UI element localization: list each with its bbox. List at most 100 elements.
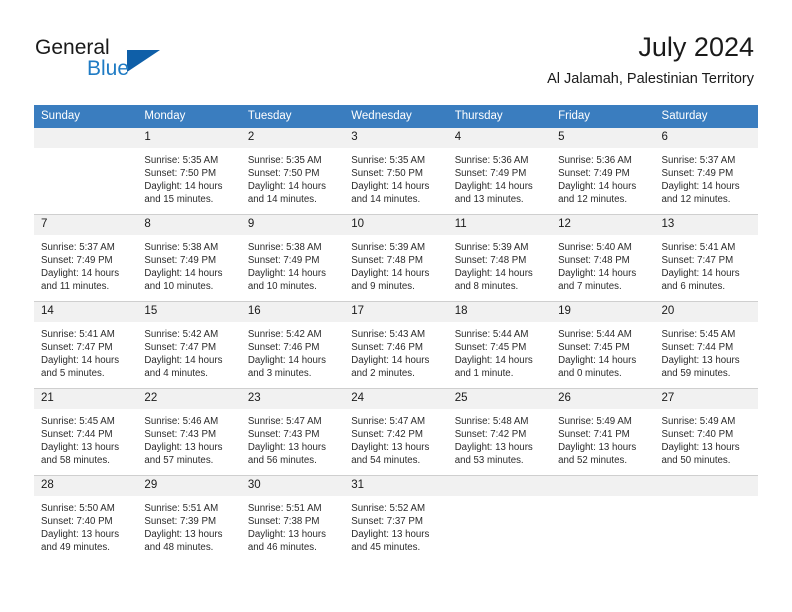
- day-details: Sunrise: 5:49 AM Sunset: 7:40 PM Daylight:…: [655, 409, 758, 467]
- daylight-text-line2: and 15 minutes.: [144, 194, 214, 206]
- calendar-day-cell[interactable]: 21 Sunrise: 5:45 AM Sunset: 7:44 PM Dayligh…: [34, 388, 138, 476]
- day-details: Sunrise: 5:46 AM Sunset: 7:43 PM Daylight:…: [137, 409, 240, 467]
- day-details: Sunrise: 5:41 AM Sunset: 7:47 PM Daylight:…: [34, 322, 137, 380]
- calendar-week-row: 28 Sunrise: 5:50 AM Sunset: 7:40 PM Dayligh…: [34, 475, 758, 562]
- calendar-day-cell[interactable]: 30 Sunrise: 5:51 AM Sunset: 7:38 PM Dayligh…: [240, 475, 345, 562]
- sunset-text: Sunset: 7:38 PM: [247, 516, 320, 528]
- calendar-day-cell[interactable]: 1 Sunrise: 5:35 AM Sunset: 7:50 PM Daylight…: [137, 128, 241, 215]
- day-details: Sunrise: 5:36 AM Sunset: 7:49 PM Daylight:…: [448, 148, 551, 206]
- day-details: Sunrise: 5:47 AM Sunset: 7:43 PM Daylight:…: [241, 409, 344, 467]
- calendar-week-row: 21 Sunrise: 5:45 AM Sunset: 7:44 PM Dayligh…: [34, 388, 758, 476]
- calendar-day-cell[interactable]: 4 Sunrise: 5:36 AM Sunset: 7:49 PM Daylight…: [447, 128, 552, 215]
- day-details: Sunrise: 5:36 AM Sunset: 7:49 PM Daylight:…: [551, 148, 654, 206]
- day-details: Sunrise: 5:44 AM Sunset: 7:45 PM Daylight:…: [551, 322, 654, 380]
- daylight-text-line2: and 12 minutes.: [558, 194, 628, 206]
- weekday-header-friday: Friday: [551, 105, 655, 128]
- calendar-day-cell[interactable]: 14 Sunrise: 5:41 AM Sunset: 7:47 PM Dayligh…: [34, 301, 138, 389]
- calendar-day-cell[interactable]: 31 Sunrise: 5:52 AM Sunset: 7:37 PM Dayligh…: [344, 475, 448, 562]
- calendar-day-cell[interactable]: 2 Sunrise: 5:35 AM Sunset: 7:50 PM Daylight…: [240, 128, 345, 215]
- sunset-text: Sunset: 7:49 PM: [247, 255, 320, 267]
- calendar-day-cell[interactable]: 13 Sunrise: 5:41 AM Sunset: 7:47 PM Dayligh…: [654, 214, 758, 302]
- calendar-day-cell[interactable]: 17 Sunrise: 5:43 AM Sunset: 7:46 PM Dayligh…: [344, 301, 448, 389]
- daylight-text-line1: Daylight: 14 hours: [144, 355, 223, 367]
- calendar-day-cell[interactable]: 22 Sunrise: 5:46 AM Sunset: 7:43 PM Dayligh…: [137, 388, 241, 476]
- daylight-text-line1: Daylight: 14 hours: [454, 268, 533, 280]
- sunrise-text: Sunrise: 5:51 AM: [144, 503, 219, 514]
- calendar-day-cell[interactable]: 23 Sunrise: 5:47 AM Sunset: 7:43 PM Dayligh…: [240, 388, 345, 476]
- calendar-day-cell[interactable]: 18 Sunrise: 5:44 AM Sunset: 7:45 PM Dayligh…: [447, 301, 552, 389]
- daylight-text-line1: Daylight: 13 hours: [661, 442, 740, 454]
- daylight-text-line1: Daylight: 13 hours: [454, 442, 533, 454]
- day-number: 25: [447, 389, 552, 409]
- daylight-text-line1: Daylight: 14 hours: [41, 355, 120, 367]
- calendar-day-cell[interactable]: 29 Sunrise: 5:51 AM Sunset: 7:39 PM Dayligh…: [137, 475, 241, 562]
- day-details: Sunrise: 5:35 AM Sunset: 7:50 PM Daylight:…: [344, 148, 447, 206]
- daylight-text-line2: and 0 minutes.: [558, 368, 622, 380]
- calendar-week-row: 1 Sunrise: 5:35 AM Sunset: 7:50 PM Daylight…: [34, 128, 758, 215]
- calendar-day-cell[interactable]: 11 Sunrise: 5:39 AM Sunset: 7:48 PM Dayligh…: [447, 214, 552, 302]
- daylight-text-line2: and 10 minutes.: [247, 281, 317, 293]
- daylight-text-line2: and 9 minutes.: [351, 281, 415, 293]
- calendar-day-cell[interactable]: 27 Sunrise: 5:49 AM Sunset: 7:40 PM Dayligh…: [654, 388, 758, 476]
- day-details: Sunrise: 5:45 AM Sunset: 7:44 PM Daylight:…: [655, 322, 758, 380]
- day-number: 3: [344, 128, 448, 148]
- calendar-day-cell[interactable]: 7 Sunrise: 5:37 AM Sunset: 7:49 PM Daylight…: [34, 214, 138, 302]
- calendar-day-cell[interactable]: 3 Sunrise: 5:35 AM Sunset: 7:50 PM Daylight…: [344, 128, 448, 215]
- calendar-day-cell[interactable]: 10 Sunrise: 5:39 AM Sunset: 7:48 PM Dayligh…: [344, 214, 448, 302]
- sunset-text: Sunset: 7:44 PM: [661, 342, 734, 354]
- daylight-text-line1: Daylight: 14 hours: [558, 355, 637, 367]
- daylight-text-line1: Daylight: 14 hours: [558, 181, 637, 193]
- daylight-text-line2: and 52 minutes.: [558, 455, 628, 467]
- sunset-text: Sunset: 7:45 PM: [558, 342, 630, 354]
- day-number: 28: [34, 476, 138, 496]
- daylight-text-line2: and 50 minutes.: [661, 455, 731, 467]
- daylight-text-line2: and 49 minutes.: [41, 542, 110, 554]
- calendar-day-cell[interactable]: 26 Sunrise: 5:49 AM Sunset: 7:41 PM Dayligh…: [551, 388, 655, 476]
- calendar-day-cell[interactable]: 5 Sunrise: 5:36 AM Sunset: 7:49 PM Daylight…: [551, 128, 655, 215]
- sunrise-text: Sunrise: 5:37 AM: [661, 155, 736, 166]
- calendar-day-cell[interactable]: 24 Sunrise: 5:47 AM Sunset: 7:42 PM Dayligh…: [344, 388, 448, 476]
- daylight-text-line1: Daylight: 14 hours: [558, 268, 637, 280]
- day-number: 24: [344, 389, 448, 409]
- day-details: Sunrise: 5:49 AM Sunset: 7:41 PM Daylight:…: [551, 409, 654, 467]
- weekday-header-monday: Monday: [137, 105, 241, 128]
- weekday-header-tuesday: Tuesday: [240, 105, 345, 128]
- daylight-text-line2: and 8 minutes.: [454, 281, 519, 293]
- sunrise-text: Sunrise: 5:45 AM: [41, 416, 115, 427]
- calendar-day-cell[interactable]: 8 Sunrise: 5:38 AM Sunset: 7:49 PM Daylight…: [137, 214, 241, 302]
- sunset-text: Sunset: 7:50 PM: [144, 168, 217, 180]
- daylight-text-line2: and 1 minute.: [454, 368, 514, 380]
- calendar-day-cell[interactable]: 9 Sunrise: 5:38 AM Sunset: 7:49 PM Daylight…: [240, 214, 345, 302]
- day-number: 26: [551, 389, 655, 409]
- sunrise-text: Sunrise: 5:47 AM: [351, 416, 426, 427]
- day-number: 31: [344, 476, 448, 496]
- daylight-text-line2: and 53 minutes.: [454, 455, 524, 467]
- day-number: 1: [137, 128, 241, 148]
- sunrise-text: Sunrise: 5:43 AM: [351, 329, 426, 340]
- calendar-day-cell[interactable]: 16 Sunrise: 5:42 AM Sunset: 7:46 PM Dayligh…: [240, 301, 345, 389]
- calendar-week-row: 14 Sunrise: 5:41 AM Sunset: 7:47 PM Dayligh…: [34, 301, 758, 389]
- sunrise-text: Sunrise: 5:47 AM: [247, 416, 322, 427]
- calendar-day-cell[interactable]: 19 Sunrise: 5:44 AM Sunset: 7:45 PM Dayligh…: [551, 301, 655, 389]
- sunrise-sunset-calendar: Sunday Monday Tuesday Wednesday Thursday…: [34, 105, 758, 562]
- day-number: 5: [551, 128, 655, 148]
- sunset-text: Sunset: 7:46 PM: [247, 342, 320, 354]
- calendar-day-cell[interactable]: 28 Sunrise: 5:50 AM Sunset: 7:40 PM Dayligh…: [34, 475, 138, 562]
- daylight-text-line1: Daylight: 14 hours: [351, 181, 430, 193]
- calendar-day-cell-empty: [447, 475, 552, 562]
- general-blue-logo[interactable]: General Blue: [35, 36, 205, 88]
- calendar-day-cell[interactable]: 20 Sunrise: 5:45 AM Sunset: 7:44 PM Dayligh…: [654, 301, 758, 389]
- sunrise-text: Sunrise: 5:36 AM: [454, 155, 529, 166]
- calendar-day-cell-empty: [551, 475, 655, 562]
- calendar-day-cell[interactable]: 25 Sunrise: 5:48 AM Sunset: 7:42 PM Dayligh…: [447, 388, 552, 476]
- day-number: 9: [240, 215, 345, 235]
- sunset-text: Sunset: 7:50 PM: [351, 168, 423, 180]
- calendar-body: 1 Sunrise: 5:35 AM Sunset: 7:50 PM Daylight…: [34, 128, 758, 562]
- calendar-day-cell[interactable]: 15 Sunrise: 5:42 AM Sunset: 7:47 PM Dayligh…: [137, 301, 241, 389]
- weekday-header-saturday: Saturday: [654, 105, 758, 128]
- day-number: [447, 476, 552, 496]
- calendar-day-cell[interactable]: 6 Sunrise: 5:37 AM Sunset: 7:49 PM Daylight…: [654, 128, 758, 215]
- calendar-day-cell[interactable]: 12 Sunrise: 5:40 AM Sunset: 7:48 PM Dayligh…: [551, 214, 655, 302]
- day-number: 13: [654, 215, 758, 235]
- sunrise-text: Sunrise: 5:42 AM: [144, 329, 219, 340]
